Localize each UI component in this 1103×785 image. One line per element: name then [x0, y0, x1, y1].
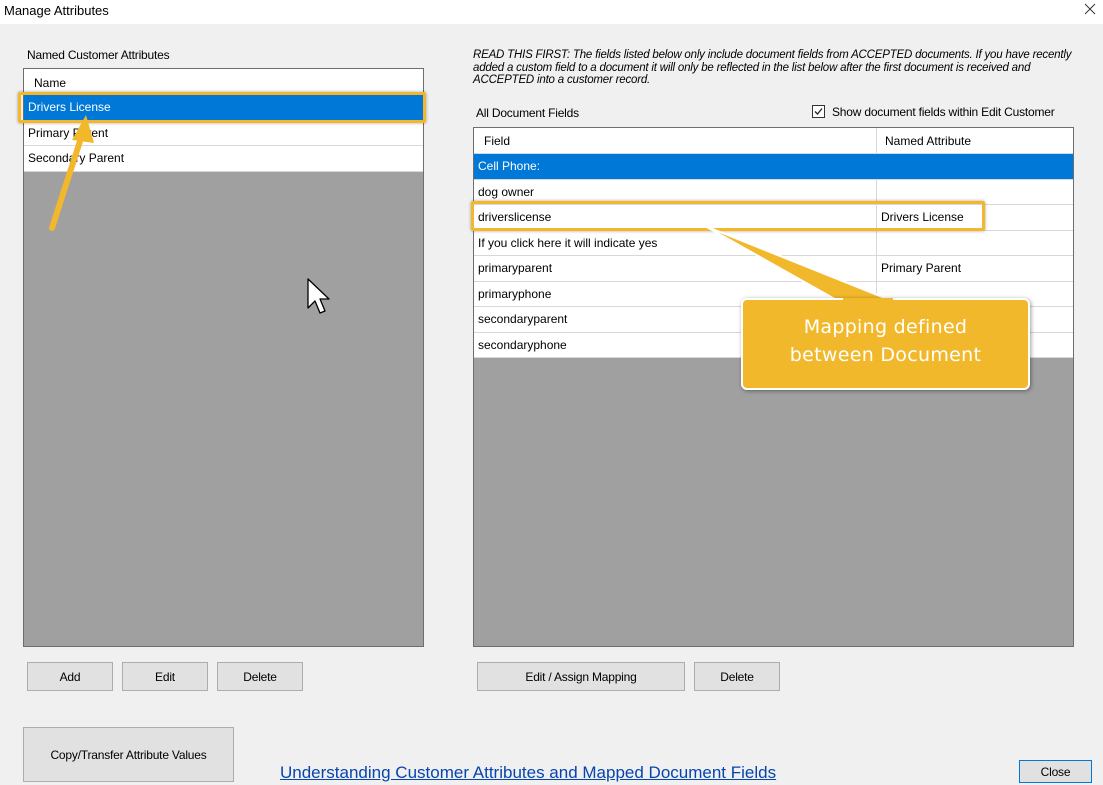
arrow-shaft: [49, 132, 85, 231]
callout-pointer: [704, 225, 896, 303]
callout-pointer-seam: [843, 298, 893, 304]
callout-line1: Mapping defined: [803, 316, 968, 338]
mapping-callout: Mapping defined between Document: [741, 298, 1030, 390]
annotation-arrows: [49, 115, 896, 303]
callout-line2: between Document: [789, 344, 982, 366]
arrow-head-icon: [72, 115, 94, 143]
